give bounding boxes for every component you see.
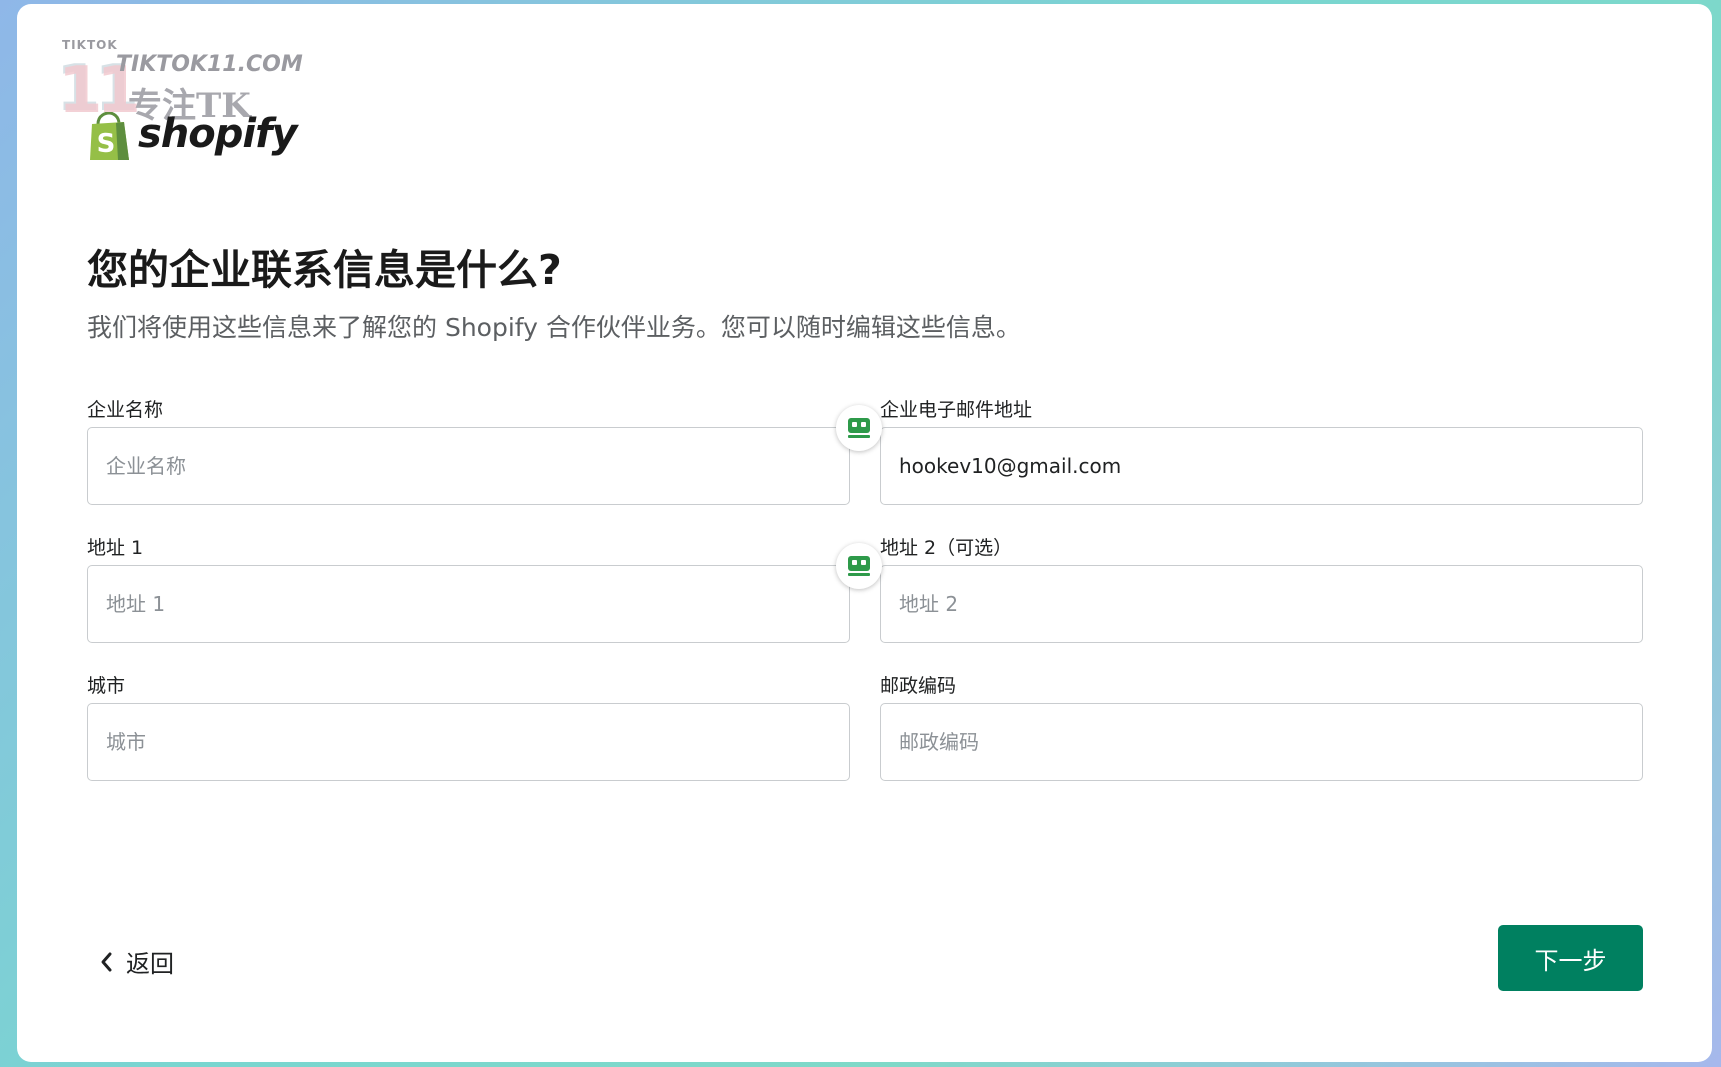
chevron-left-icon [101,952,112,971]
business-email-label: 企业电子邮件地址 [880,399,1033,421]
company-name-label: 企业名称 [87,399,164,421]
postal-code-input[interactable] [880,703,1643,781]
password-manager-icon[interactable] [836,405,882,451]
address2-label: 地址 2（可选） [880,537,1013,559]
page-title: 您的企业联系信息是什么? [87,246,562,294]
business-email-input[interactable] [880,427,1643,505]
city-label: 城市 [87,675,126,697]
watermark-site: TIKTOK11.COM [116,52,303,77]
back-button-label: 返回 [126,950,174,978]
postal-code-label: 邮政编码 [880,675,957,697]
address2-input[interactable] [880,565,1643,643]
city-input[interactable] [87,703,850,781]
next-button[interactable]: 下一步 [1498,925,1643,991]
watermark-small-text: TIKTOK [62,38,118,52]
password-manager-icon[interactable] [836,543,882,589]
shopify-wordmark: shopify [138,111,298,157]
company-name-input[interactable] [87,427,850,505]
page-card [17,4,1712,1062]
svg-text:S: S [97,129,116,159]
address1-input[interactable] [87,565,850,643]
shopify-bag-icon: S [90,112,129,160]
page-subtitle: 我们将使用这些信息来了解您的 Shopify 合作伙伴业务。您可以随时编辑这些信… [87,313,1021,342]
address1-label: 地址 1 [87,537,144,559]
back-button[interactable]: 返回 [98,944,174,979]
